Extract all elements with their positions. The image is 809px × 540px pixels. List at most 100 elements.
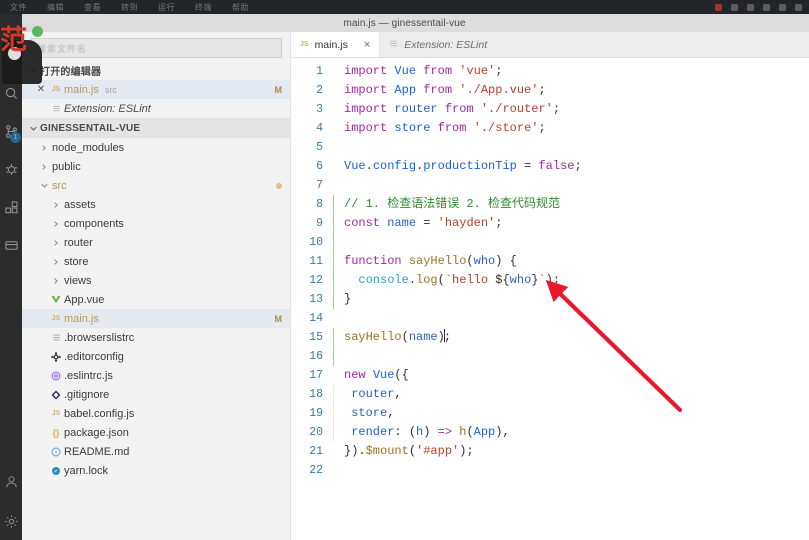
volume-icon[interactable] xyxy=(763,3,770,11)
activity-item-explorer[interactable] xyxy=(0,36,22,74)
chevron-right-icon xyxy=(48,277,64,285)
user-icon[interactable] xyxy=(795,3,802,11)
line-number: 20 xyxy=(309,426,323,439)
tree-item-views[interactable]: views xyxy=(22,271,290,290)
close-icon[interactable]: × xyxy=(364,39,370,51)
activity-item-search[interactable] xyxy=(0,74,22,112)
chevron-right-icon xyxy=(48,239,64,247)
chevron-right-icon xyxy=(48,258,64,266)
modified-dot-indicator xyxy=(276,182,282,189)
os-menu-view[interactable]: 查看 xyxy=(74,2,111,13)
line-number: 13 xyxy=(309,293,323,306)
line-number: 16 xyxy=(309,350,323,363)
vue-file-icon xyxy=(48,295,64,304)
preview-icon xyxy=(389,39,398,51)
gear-icon xyxy=(4,514,19,529)
os-menu-help[interactable]: 帮助 xyxy=(222,2,259,13)
tree-item-readme-md[interactable]: README.md xyxy=(22,442,290,461)
code-line: 4 import store from './store'; xyxy=(291,119,809,138)
code-line-text: } xyxy=(344,292,352,306)
battery-icon[interactable] xyxy=(731,3,738,11)
wifi-icon[interactable] xyxy=(747,3,754,11)
tree-item-node-modules[interactable]: node_modules xyxy=(22,138,290,157)
activity-item-settings[interactable] xyxy=(0,502,22,540)
tab-extension-eslint[interactable]: Extension: ESLint xyxy=(380,32,497,57)
os-menu-run[interactable]: 运行 xyxy=(148,2,185,13)
code-line-text: const name = 'hayden'; xyxy=(344,216,503,230)
close-icon[interactable]: ✕ xyxy=(34,84,48,95)
record-indicator-icon[interactable] xyxy=(715,3,722,11)
code-editor[interactable]: 1 import Vue from 'vue'; 2 import App from… xyxy=(291,58,809,540)
js-file-icon: JS xyxy=(51,410,61,417)
code-line-text: render: (h) => h(App), xyxy=(351,425,510,439)
tree-item-label: public xyxy=(52,160,81,173)
tree-item-editorconfig[interactable]: .editorconfig xyxy=(22,347,290,366)
code-line-text: }).$mount('#app'); xyxy=(344,444,474,458)
line-number: 17 xyxy=(309,369,323,382)
tree-item-browserslistrc[interactable]: .browserslistrc xyxy=(22,328,290,347)
tree-item-package-json[interactable]: {} package.json xyxy=(22,423,290,442)
line-number: 10 xyxy=(309,236,323,249)
section-open-editors[interactable]: 打开的编辑器 xyxy=(22,60,290,80)
remote-icon xyxy=(4,238,19,253)
js-file-icon: JS xyxy=(51,315,61,322)
open-editor-extension-eslint[interactable]: Extension: ESLint xyxy=(22,99,290,118)
tree-item-store[interactable]: store xyxy=(22,252,290,271)
tree-item-label: package.json xyxy=(64,426,129,439)
tree-item-router[interactable]: router xyxy=(22,233,290,252)
activity-item-extensions[interactable] xyxy=(0,188,22,226)
section-project-root[interactable]: GINESSENTAIL-VUE xyxy=(22,118,290,138)
code-line: 13} xyxy=(291,290,809,309)
os-menu-file[interactable]: 文件 xyxy=(0,2,37,13)
tree-item-app-vue[interactable]: App.vue xyxy=(22,290,290,309)
tree-item-components[interactable]: components xyxy=(22,214,290,233)
line-number: 12 xyxy=(309,274,323,287)
os-menu-edit[interactable]: 编辑 xyxy=(37,2,74,13)
tab-label: main.js xyxy=(314,38,348,51)
activity-item-run-and-debug[interactable] xyxy=(0,150,22,188)
tree-item-babel-config-js[interactable]: JS babel.config.js xyxy=(22,404,290,423)
code-line-text: function sayHello(who) { xyxy=(344,254,517,268)
code-line: 1 import Vue from 'vue'; xyxy=(291,62,809,81)
line-number: 2 xyxy=(316,84,323,97)
line-number: 7 xyxy=(316,179,323,192)
line-number: 22 xyxy=(309,464,323,477)
explorer-filter-input[interactable]: 搜索文件名 xyxy=(30,38,282,58)
project-title: GINESSENTAIL-VUE xyxy=(40,122,141,134)
files-icon xyxy=(4,48,19,63)
tree-item-main-js[interactable]: JS main.js M xyxy=(22,309,290,328)
line-number: 11 xyxy=(309,255,323,268)
activity-item-source-control[interactable]: 1 xyxy=(0,112,22,150)
code-line: 21 }).$mount('#app'); xyxy=(291,442,809,461)
code-line: 17 new Vue({ xyxy=(291,366,809,385)
tab-main-js[interactable]: JS main.js × xyxy=(291,32,381,57)
tree-item-eslintrc-js[interactable]: .eslintrc.js xyxy=(22,366,290,385)
code-line-text: Vue.config.productionTip = false; xyxy=(344,159,582,173)
tree-item-label: views xyxy=(64,274,92,287)
os-menu-goto[interactable]: 转到 xyxy=(111,2,148,13)
modified-badge: M xyxy=(274,313,283,324)
tree-item-gitignore[interactable]: .gitignore xyxy=(22,385,290,404)
code-line: 14 xyxy=(291,309,809,328)
code-line-text: // 1. 检查语法错误 2. 检查代码规范 xyxy=(344,197,561,211)
activity-item-remote-explorer[interactable] xyxy=(0,226,22,264)
tree-item-label: components xyxy=(64,217,124,230)
code-line-text: import router from './router'; xyxy=(344,102,561,116)
code-line: 6 Vue.config.productionTip = false; xyxy=(291,157,809,176)
chevron-down-icon xyxy=(26,124,40,133)
tree-item-public[interactable]: public xyxy=(22,157,290,176)
os-menu-terminal[interactable]: 终端 xyxy=(185,2,222,13)
yarn-file-icon xyxy=(48,466,64,476)
line-number: 21 xyxy=(309,445,323,458)
line-number: 1 xyxy=(316,65,323,78)
clock-icon[interactable] xyxy=(779,3,786,11)
open-editor-main-js[interactable]: ✕ JS main.js src M xyxy=(22,80,290,99)
tree-item-yarn-lock[interactable]: yarn.lock xyxy=(22,461,290,480)
tree-item-src[interactable]: src xyxy=(22,176,290,195)
line-number: 15 xyxy=(309,331,323,344)
line-number: 5 xyxy=(316,141,323,154)
code-line: 3 import router from './router'; xyxy=(291,100,809,119)
tree-item-assets[interactable]: assets xyxy=(22,195,290,214)
activity-item-accounts[interactable] xyxy=(0,464,22,502)
code-line-text: console.log(`hello ${who}`); xyxy=(358,273,561,287)
